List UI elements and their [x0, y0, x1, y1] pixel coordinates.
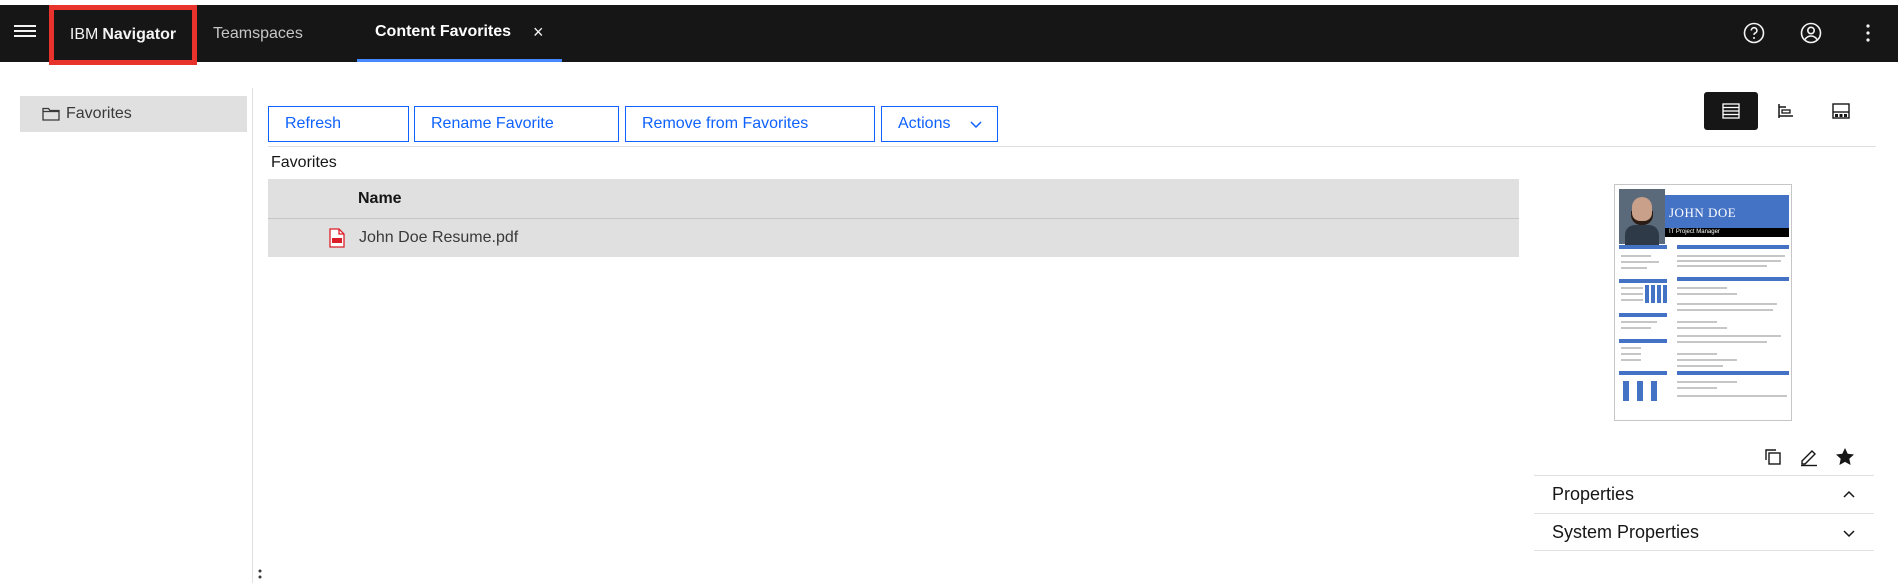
button-label: Rename Favorite [431, 115, 554, 132]
help-icon[interactable] [1742, 21, 1766, 45]
resume-header: JOHN DOE IT Project Manager [1619, 189, 1789, 245]
tab-content-favorites[interactable]: Content Favorites × [357, 5, 562, 62]
edit-icon[interactable] [1798, 446, 1820, 468]
sidebar-item-favorites[interactable]: Favorites [20, 96, 247, 132]
remove-from-favorites-button[interactable]: Remove from Favorites [625, 106, 875, 142]
close-tab-icon[interactable]: × [533, 22, 544, 43]
button-label: Refresh [285, 115, 342, 132]
resume-photo [1619, 189, 1665, 245]
magazine-view-icon[interactable] [1759, 92, 1813, 130]
resume-role: IT Project Manager [1665, 228, 1789, 237]
document-preview[interactable]: JOHN DOE IT Project Manager [1614, 184, 1792, 421]
accordion-title: Properties [1552, 484, 1635, 504]
system-properties-accordion[interactable]: System Properties [1534, 513, 1874, 551]
resume-name: JOHN DOE [1669, 205, 1737, 220]
tab-label: Teamspaces [213, 24, 303, 42]
view-switcher [1704, 92, 1868, 130]
file-name: John Doe Resume.pdf [359, 229, 519, 246]
product-prefix: IBM [69, 26, 99, 43]
user-avatar-icon[interactable] [1799, 21, 1823, 45]
table-row[interactable]: John Doe Resume.pdf [268, 219, 1519, 257]
rename-favorite-button[interactable]: Rename Favorite [414, 106, 619, 142]
button-label: Remove from Favorites [642, 115, 809, 132]
overflow-menu-icon[interactable] [1856, 21, 1880, 45]
column-header-name[interactable]: Name [358, 190, 402, 208]
accordion-title: System Properties [1552, 522, 1700, 542]
sidebar-item-label: Favorites [66, 105, 132, 122]
resize-handle-icon[interactable] [257, 568, 263, 582]
refresh-button[interactable]: Refresh [268, 106, 409, 142]
copy-icon[interactable] [1762, 446, 1784, 468]
hamburger-menu-icon[interactable] [14, 22, 36, 44]
chevron-up-icon [1843, 490, 1855, 498]
product-name[interactable]: IBM Navigator [49, 5, 197, 65]
content-table: Name John Doe Resume.pdf [268, 179, 1519, 257]
table-header[interactable]: Name [268, 179, 1519, 219]
toolbar-divider [268, 146, 1876, 147]
details-view-icon[interactable] [1704, 92, 1758, 130]
actions-dropdown[interactable]: Actions [881, 106, 998, 142]
star-icon[interactable] [1834, 446, 1856, 468]
product-title: Navigator [102, 26, 177, 43]
button-label: Actions [898, 115, 951, 132]
sidebar: Favorites [0, 88, 253, 583]
top-bar: IBM Navigator Teamspaces Content Favorit… [0, 5, 1898, 65]
tab-label: Content Favorites [375, 23, 512, 40]
breadcrumb: Favorites [271, 154, 337, 171]
chevron-down-icon [970, 121, 982, 129]
properties-accordion[interactable]: Properties [1534, 475, 1874, 513]
tab-teamspaces[interactable]: Teamspaces [213, 5, 303, 62]
chevron-down-icon [1843, 530, 1855, 538]
filmstrip-view-icon[interactable] [1814, 92, 1868, 130]
pdf-icon [329, 228, 345, 248]
folder-icon [42, 107, 60, 121]
